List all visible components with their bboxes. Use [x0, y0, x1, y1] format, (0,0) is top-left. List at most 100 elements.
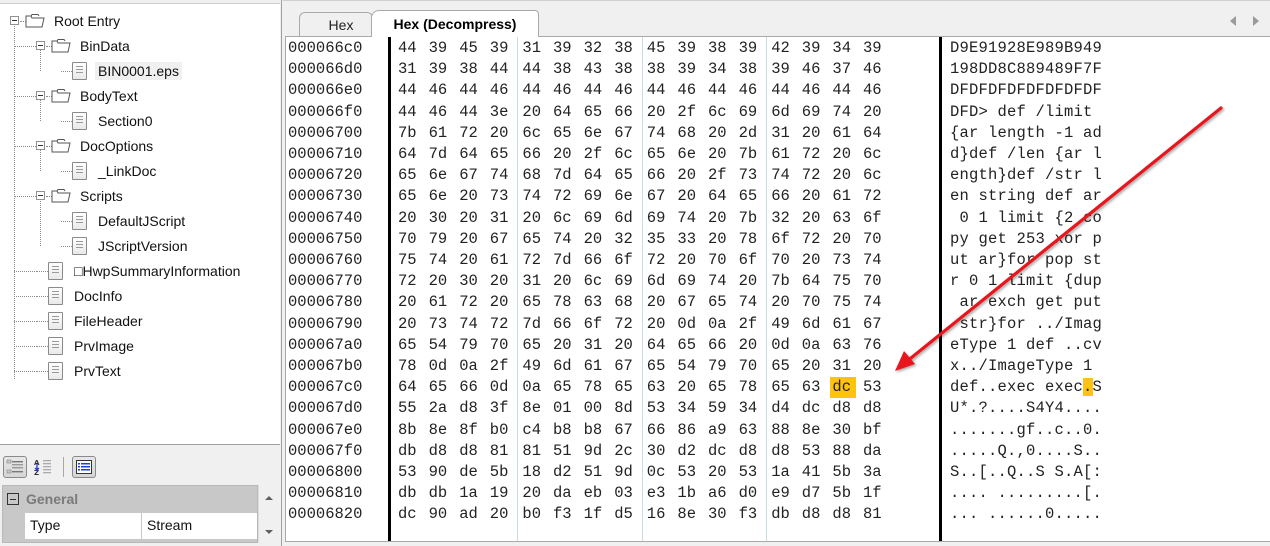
hex-byte[interactable]: 65	[396, 335, 422, 356]
hex-byte[interactable]: 65	[488, 144, 514, 165]
hex-byte[interactable]: 6d	[800, 314, 826, 335]
hex-byte[interactable]: 20	[457, 208, 483, 229]
hex-byte[interactable]: 45	[645, 38, 671, 59]
hex-byte[interactable]: 31	[520, 271, 546, 292]
hex-byte[interactable]: 20	[551, 144, 577, 165]
hex-byte[interactable]: 66	[645, 165, 671, 186]
hex-byte[interactable]: 44	[520, 59, 546, 80]
hex-byte[interactable]: f3	[737, 504, 763, 525]
hex-byte[interactable]: 2f	[488, 356, 514, 377]
hex-byte[interactable]: 20	[800, 250, 826, 271]
hex-byte-selected[interactable]: dc	[830, 377, 857, 399]
hex-byte[interactable]: b8	[582, 420, 608, 441]
hex-byte[interactable]: 20	[645, 102, 671, 123]
hex-byte[interactable]: 31	[769, 123, 795, 144]
hex-byte[interactable]: 19	[488, 483, 514, 504]
hex-byte[interactable]: 20	[551, 271, 577, 292]
hex-byte[interactable]: 74	[427, 250, 453, 271]
hex-byte[interactable]: 1f	[582, 504, 608, 525]
hex-byte[interactable]: 20	[706, 144, 732, 165]
hex-byte[interactable]: 6e	[582, 123, 608, 144]
hex-byte[interactable]: 30	[706, 504, 732, 525]
hex-byte[interactable]: 2f	[737, 314, 763, 335]
hex-byte[interactable]: 78	[737, 377, 763, 398]
hex-byte[interactable]: 6c	[520, 123, 546, 144]
hex-byte[interactable]: 39	[675, 59, 701, 80]
hex-byte[interactable]: 20	[706, 229, 732, 250]
hex-byte[interactable]: 65	[582, 102, 608, 123]
hex-byte[interactable]: 6f	[612, 250, 638, 271]
hex-byte[interactable]: 30	[457, 271, 483, 292]
hex-byte[interactable]: 6c	[861, 144, 887, 165]
tree-item[interactable]: Scripts	[51, 183, 126, 208]
hex-byte[interactable]: 63	[645, 377, 671, 398]
hex-byte[interactable]: 9d	[612, 462, 638, 483]
hex-byte[interactable]: 78	[396, 356, 422, 377]
hex-byte[interactable]: 79	[457, 335, 483, 356]
hex-byte[interactable]: 7b	[769, 271, 795, 292]
hex-byte[interactable]: 81	[520, 441, 546, 462]
hex-byte[interactable]: b8	[551, 420, 577, 441]
hex-ascii[interactable]: ut ar}for pop st	[950, 250, 1102, 271]
hex-byte[interactable]: 73	[488, 186, 514, 207]
hex-byte[interactable]: dc	[706, 441, 732, 462]
hex-byte[interactable]: 72	[800, 165, 826, 186]
hex-byte[interactable]: 39	[427, 59, 453, 80]
hex-byte[interactable]: d8	[457, 398, 483, 419]
hex-byte[interactable]: 7b	[737, 144, 763, 165]
hex-byte[interactable]: d8	[427, 441, 453, 462]
hex-byte[interactable]: 67	[488, 229, 514, 250]
hex-byte[interactable]: 64	[457, 144, 483, 165]
hex-ascii[interactable]: en string def ar	[950, 186, 1102, 207]
property-category[interactable]: General	[3, 486, 257, 512]
hex-byte[interactable]: 90	[427, 462, 453, 483]
hex-byte[interactable]: 20	[520, 208, 546, 229]
hex-byte[interactable]: 46	[612, 80, 638, 101]
hex-byte[interactable]: 00	[582, 398, 608, 419]
hex-byte[interactable]: 2a	[427, 398, 453, 419]
hex-byte[interactable]: 0a	[457, 356, 483, 377]
hex-byte[interactable]: 64	[645, 335, 671, 356]
hex-byte[interactable]: 20	[520, 102, 546, 123]
hex-byte[interactable]: 6f	[861, 208, 887, 229]
tab-scroll-left-icon[interactable]	[1230, 16, 1236, 26]
hex-byte[interactable]: 74	[645, 123, 671, 144]
hex-byte[interactable]: 66	[612, 102, 638, 123]
hex-byte[interactable]: 6d	[769, 102, 795, 123]
hex-byte[interactable]: 46	[427, 80, 453, 101]
hex-byte[interactable]: 3f	[488, 398, 514, 419]
hex-byte[interactable]: 53	[861, 377, 887, 398]
property-row[interactable]: Type Stream	[25, 513, 257, 539]
hex-byte[interactable]: 7d	[427, 144, 453, 165]
hex-byte[interactable]: 37	[830, 59, 856, 80]
hex-byte[interactable]: 74	[737, 292, 763, 313]
hex-byte[interactable]: 67	[675, 292, 701, 313]
hex-byte[interactable]: 44	[520, 80, 546, 101]
hex-byte[interactable]: 31	[582, 335, 608, 356]
hex-byte[interactable]: d8	[737, 441, 763, 462]
tree-item[interactable]: BinData	[51, 33, 133, 58]
hex-byte[interactable]: d8	[830, 398, 856, 419]
hex-byte[interactable]: 65	[769, 356, 795, 377]
hex-byte[interactable]: 46	[737, 80, 763, 101]
hex-byte[interactable]: 1a	[457, 483, 483, 504]
hex-byte[interactable]: 20	[488, 504, 514, 525]
tree-item[interactable]: BodyText	[51, 83, 141, 108]
hex-byte[interactable]: 18	[520, 462, 546, 483]
hex-byte[interactable]: 20	[830, 165, 856, 186]
hex-byte[interactable]: 0d	[488, 377, 514, 398]
hex-byte[interactable]: 20	[396, 314, 422, 335]
hex-byte[interactable]: 69	[800, 102, 826, 123]
hex-byte[interactable]: 32	[582, 38, 608, 59]
tree-item[interactable]: DocInfo	[48, 283, 125, 308]
tree-item[interactable]: Section0	[72, 108, 155, 133]
hex-byte[interactable]: 61	[830, 314, 856, 335]
hex-byte[interactable]: 6f	[582, 314, 608, 335]
hex-byte[interactable]: 16	[645, 504, 671, 525]
hex-byte[interactable]: 5b	[830, 483, 856, 504]
hex-byte[interactable]: dc	[396, 504, 422, 525]
alphabetical-button[interactable]: A Z	[31, 456, 55, 478]
hex-byte[interactable]: 72	[861, 186, 887, 207]
hex-byte[interactable]: 66	[520, 144, 546, 165]
hex-byte[interactable]: 90	[427, 504, 453, 525]
